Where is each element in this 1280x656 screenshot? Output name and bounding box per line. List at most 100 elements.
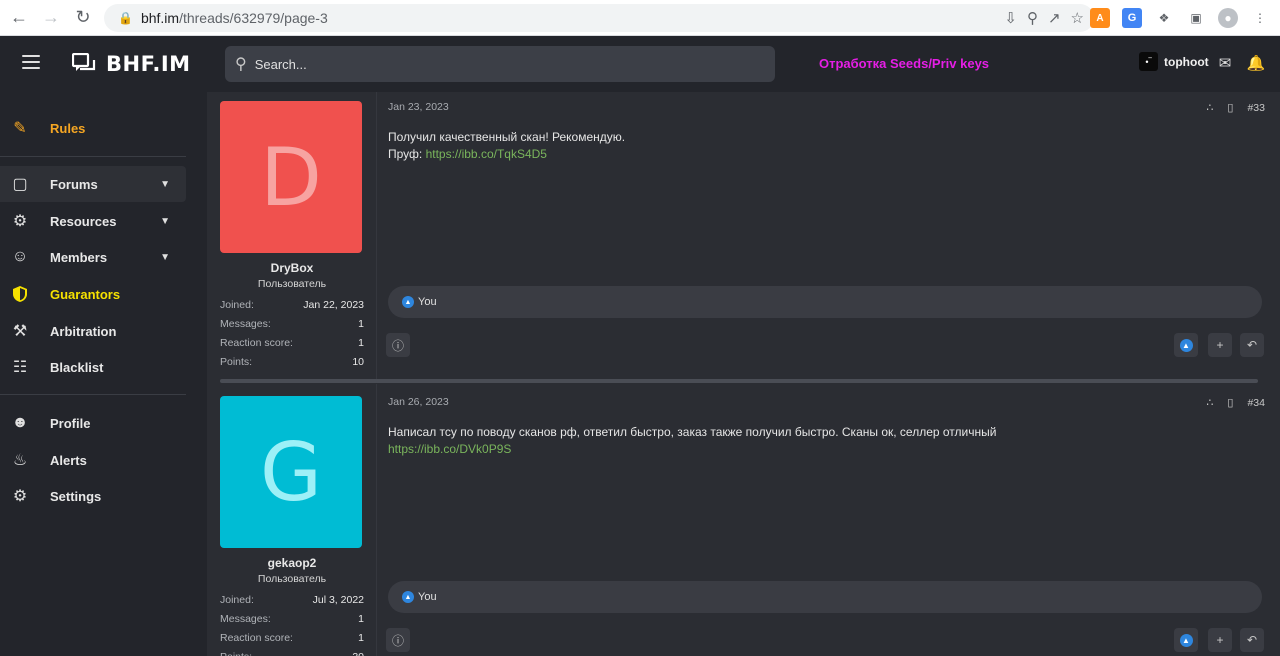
- sidebar-item-resources[interactable]: ⚙ Resources ▼: [0, 203, 186, 239]
- sidebar-item-arbitration[interactable]: ⚒ Arbitration: [0, 313, 186, 349]
- reply-icon[interactable]: ↶: [1240, 333, 1264, 357]
- user-menu[interactable]: •‾ tophoot: [1139, 52, 1209, 71]
- menu-kebab-icon[interactable]: ⋮: [1250, 8, 1270, 28]
- post-separator: [220, 379, 1258, 383]
- site-header: BHF.IM ⚲ Отработка Seeds/Priv keys •‾ to…: [0, 36, 1280, 92]
- gears-icon: ⚙: [12, 213, 28, 230]
- reaction-bar[interactable]: ▲ You: [388, 581, 1262, 613]
- plus-icon[interactable]: +: [1208, 333, 1232, 357]
- thread-content: D DryBox Пользователь Joined: Jan 22, 202…: [207, 92, 1280, 656]
- avatar[interactable]: D: [220, 101, 362, 253]
- browser-toolbar: ← → ↻ 🔒 bhf.im/threads/632979/page-3 ⇩ ⚲…: [0, 0, 1280, 36]
- reaction-bar[interactable]: ▲ You: [388, 286, 1262, 318]
- like-icon: ▲: [402, 591, 414, 603]
- envelope-icon[interactable]: ✉: [1216, 54, 1234, 72]
- bell-icon[interactable]: 🔔: [1247, 54, 1266, 72]
- zoom-icon[interactable]: ⚲: [1027, 9, 1038, 27]
- sidebar-item-settings[interactable]: ⚙ Settings: [0, 478, 186, 514]
- sidebar-item-blacklist[interactable]: ☷ Blacklist: [0, 349, 186, 385]
- sidebar: ✎ Rules ▢ Forums ▼ ⚙ Resources ▼ ☺ Membe…: [0, 92, 207, 656]
- like-icon: ▲: [1179, 338, 1193, 352]
- reload-icon[interactable]: ↻: [66, 0, 100, 36]
- search-icon: ⚲: [235, 56, 247, 73]
- post-date[interactable]: Jan 23, 2023: [388, 101, 449, 113]
- sidebar-item-profile[interactable]: ☻ Profile: [0, 405, 186, 441]
- bookmark-star-icon[interactable]: ☆: [1071, 9, 1084, 27]
- chat-bubbles-icon: ▢: [12, 176, 28, 193]
- hamburger-menu-icon[interactable]: [22, 55, 40, 69]
- gavel-icon: ⚒: [12, 323, 28, 340]
- post-divider: [376, 384, 377, 656]
- post-link[interactable]: https://ibb.co/DVk0P9S: [388, 442, 511, 456]
- post: D DryBox Пользователь Joined: Jan 22, 202…: [220, 92, 1265, 379]
- plus-icon[interactable]: +: [1208, 628, 1232, 652]
- share-icon[interactable]: ∴: [1206, 101, 1213, 114]
- sidebar-item-members[interactable]: ☺ Members ▼: [0, 239, 186, 275]
- share-icon[interactable]: ∴: [1206, 396, 1213, 409]
- user-avatar: •‾: [1139, 52, 1158, 71]
- like-button[interactable]: ▲: [1174, 333, 1198, 357]
- sidebar-item-guarantors[interactable]: Guarantors: [0, 276, 186, 312]
- post-body: Написал тсу по поводу сканов рф, ответил…: [388, 425, 997, 456]
- post-tools: ∴ ▯ #33: [1206, 101, 1265, 115]
- reply-icon[interactable]: ↶: [1240, 628, 1264, 652]
- puzzle-extensions-icon[interactable]: ❖: [1154, 8, 1174, 28]
- site-logo[interactable]: BHF.IM: [72, 52, 191, 76]
- sidebar-divider: [0, 156, 186, 157]
- forward-icon[interactable]: →: [34, 0, 68, 36]
- post-number[interactable]: #33: [1247, 102, 1265, 114]
- user-icon: ☻: [11, 414, 29, 431]
- like-icon: ▲: [1179, 633, 1193, 647]
- side-panel-icon[interactable]: ▣: [1186, 8, 1206, 28]
- clipboard-list-icon: ☷: [12, 359, 28, 376]
- post-author: D DryBox Пользователь Joined: Jan 22, 202…: [220, 101, 364, 372]
- chevron-down-icon[interactable]: ▼: [160, 179, 170, 190]
- sidebar-divider: [0, 394, 186, 395]
- chevron-down-icon[interactable]: ▼: [160, 252, 170, 263]
- translate-extension-icon[interactable]: G: [1122, 8, 1142, 28]
- install-icon[interactable]: ⇩: [1004, 9, 1017, 27]
- post-author: G gekaop2 Пользователь Joined: Jul 3, 202…: [220, 396, 364, 656]
- post-divider: [376, 92, 377, 379]
- post-actions: ⓘ ▲ + ↶: [386, 628, 1265, 652]
- chevron-down-icon[interactable]: ▼: [160, 216, 170, 227]
- bookmark-icon[interactable]: ▯: [1227, 396, 1233, 409]
- info-icon[interactable]: ⓘ: [386, 628, 410, 652]
- post: G gekaop2 Пользователь Joined: Jul 3, 202…: [220, 384, 1265, 656]
- author-username[interactable]: gekaop2: [220, 556, 364, 570]
- like-button[interactable]: ▲: [1174, 628, 1198, 652]
- post-link[interactable]: https://ibb.co/TqkS4D5: [426, 147, 547, 161]
- lock-icon: 🔒: [118, 11, 133, 25]
- extension-a-icon[interactable]: A: [1090, 8, 1110, 28]
- chat-logo-icon: [72, 53, 96, 71]
- shield-icon: [13, 286, 27, 302]
- author-username[interactable]: DryBox: [220, 261, 364, 275]
- author-stats: Joined: Jul 3, 2022 Messages: 1 Reaction s…: [220, 594, 364, 656]
- gear-icon: ⚙: [12, 488, 28, 505]
- like-icon: ▲: [402, 296, 414, 308]
- avatar[interactable]: G: [220, 396, 362, 548]
- author-title: Пользователь: [257, 573, 327, 585]
- profile-avatar-icon[interactable]: ●: [1218, 8, 1238, 28]
- author-stats: Joined: Jan 22, 2023 Messages: 1 Reaction …: [220, 299, 364, 368]
- search-box[interactable]: ⚲: [225, 46, 775, 82]
- sidebar-item-rules[interactable]: ✎ Rules: [0, 110, 186, 146]
- post-actions: ⓘ ▲ + ↶: [386, 333, 1265, 357]
- info-icon[interactable]: ⓘ: [386, 333, 410, 357]
- address-bar[interactable]: 🔒 bhf.im/threads/632979/page-3 ⇩ ⚲ ↗ ☆: [104, 4, 1094, 32]
- bell-icon: ♨: [12, 452, 28, 469]
- bookmark-icon[interactable]: ▯: [1227, 101, 1233, 114]
- promo-link[interactable]: Отработка Seeds/Priv keys: [819, 56, 989, 71]
- sidebar-item-forums[interactable]: ▢ Forums ▼: [0, 166, 186, 202]
- users-icon: ☺: [11, 248, 29, 265]
- post-date[interactable]: Jan 26, 2023: [388, 396, 449, 408]
- post-tools: ∴ ▯ #34: [1206, 396, 1265, 410]
- share-icon[interactable]: ↗: [1048, 9, 1061, 27]
- search-input[interactable]: [254, 56, 735, 72]
- sidebar-item-alerts[interactable]: ♨ Alerts: [0, 442, 186, 478]
- back-icon[interactable]: ←: [2, 0, 36, 36]
- clipboard-edit-icon: ✎: [13, 120, 27, 137]
- author-title: Пользователь: [257, 278, 327, 290]
- post-body: Получил качественный скан! Рекомендую. П…: [388, 130, 626, 161]
- post-number[interactable]: #34: [1247, 397, 1265, 409]
